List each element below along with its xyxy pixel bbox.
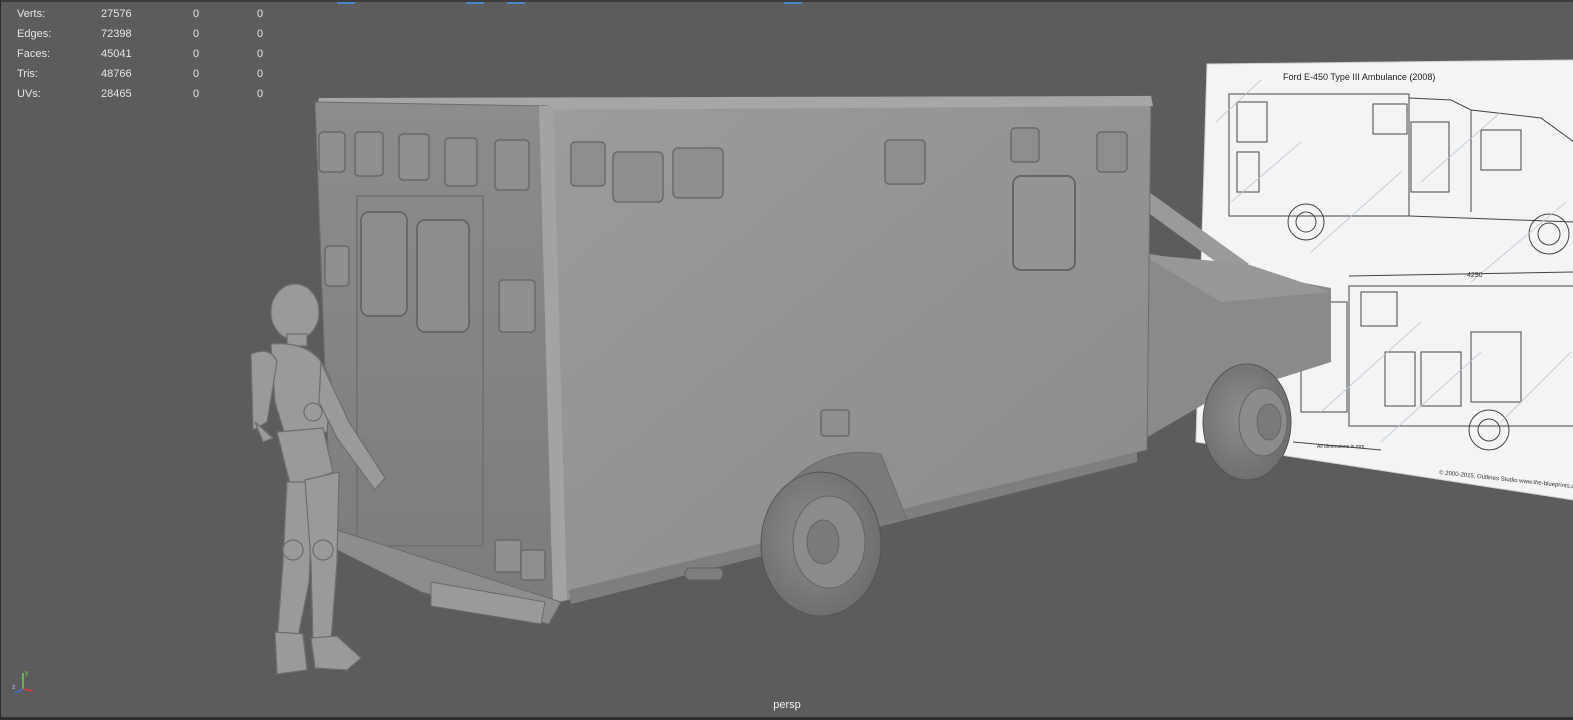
camera-name-label: persp xyxy=(773,699,801,711)
blueprint-title: Ford E-450 Type III Ambulance (2008) xyxy=(1283,72,1435,82)
hud-component: 0 xyxy=(257,8,264,20)
blueprint-note: All dimensions in mm xyxy=(1317,444,1364,450)
hud-total: 72398 xyxy=(101,28,132,40)
hud-total: 27576 xyxy=(101,8,132,20)
hud-selected: 0 xyxy=(193,28,200,40)
hud-total: 45041 xyxy=(101,48,132,60)
hud-component: 0 xyxy=(257,68,264,80)
hud-component: 0 xyxy=(257,48,264,60)
hud-label: Faces: xyxy=(17,48,51,60)
hud-selected: 0 xyxy=(193,88,200,100)
maya-perspective-viewport[interactable]: Ford E-450 Type III Ambulance (2008) 429… xyxy=(0,0,1573,720)
hud-total: 28465 xyxy=(101,88,132,100)
hud-selected: 0 xyxy=(193,8,200,20)
hud-row-edges: Edges: 72398 0 0 xyxy=(17,24,287,44)
hud-row-tris: Tris: 48766 0 0 xyxy=(17,64,287,84)
hud-row-uvs: UVs: 28465 0 0 xyxy=(17,84,287,104)
poly-count-hud: Verts: 27576 0 0 Edges: 72398 0 0 Faces:… xyxy=(17,4,287,104)
hud-total: 48766 xyxy=(101,68,132,80)
hud-label: Edges: xyxy=(17,28,52,40)
scene-render: Ford E-450 Type III Ambulance (2008) 429… xyxy=(250,59,1573,675)
hud-selected: 0 xyxy=(193,68,200,80)
hud-component: 0 xyxy=(257,88,264,100)
ambulance-box-body xyxy=(314,95,1153,625)
view-axis-icon: y z xyxy=(12,670,34,694)
hud-component: 0 xyxy=(257,28,264,40)
blueprint-dimension: 4290 xyxy=(1467,272,1483,279)
axis-z-label: z xyxy=(12,684,16,691)
hud-selected: 0 xyxy=(193,48,200,60)
hud-label: UVs: xyxy=(17,88,41,100)
hud-row-faces: Faces: 45041 0 0 xyxy=(17,44,287,64)
hud-label: Tris: xyxy=(17,68,38,80)
axis-y-label: y xyxy=(25,670,29,677)
hud-row-verts: Verts: 27576 0 0 xyxy=(17,4,287,24)
hud-label: Verts: xyxy=(17,8,46,20)
